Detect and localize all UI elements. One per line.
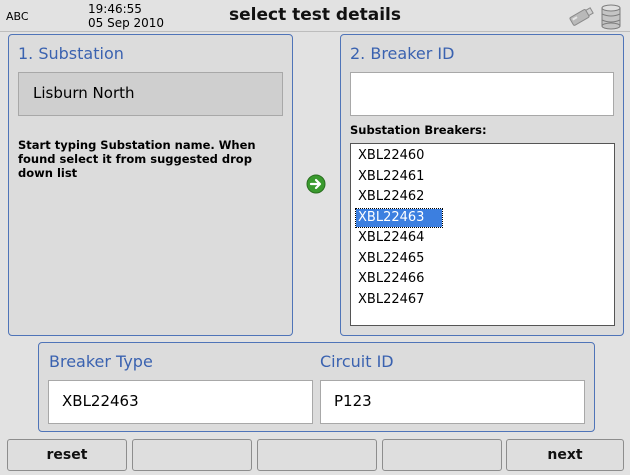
breaker-type-field[interactable]: XBL22463 <box>48 380 313 424</box>
usb-drive-icon <box>566 5 596 27</box>
circuit-id-field[interactable]: P123 <box>320 380 585 424</box>
circuit-id-label: Circuit ID <box>320 352 394 371</box>
header-label: ABC <box>6 10 29 23</box>
page-title: select test details <box>228 5 402 25</box>
list-item[interactable]: XBL22467 <box>356 291 426 309</box>
substation-help-text: Start typing Substation name. When found… <box>18 138 256 180</box>
clock-time: 19:46:55 <box>88 2 142 16</box>
footer-button-2[interactable] <box>132 439 252 471</box>
breaker-list[interactable]: XBL22460 XBL22461 XBL22462 XBL22463 XBL2… <box>350 143 615 326</box>
header-divider <box>0 31 630 32</box>
footer-button-4[interactable] <box>382 439 502 471</box>
list-item[interactable]: XBL22464 <box>356 229 426 247</box>
list-item[interactable]: XBL22462 <box>356 188 426 206</box>
substation-input[interactable]: Lisburn North <box>18 72 283 116</box>
list-item-selected[interactable]: XBL22463 <box>355 207 443 228</box>
database-icon <box>600 4 622 30</box>
list-item[interactable]: XBL22465 <box>356 250 426 268</box>
breaker-list-label: Substation Breakers: <box>350 123 487 137</box>
footer-button-3[interactable] <box>257 439 377 471</box>
list-item[interactable]: XBL22461 <box>356 168 426 186</box>
breaker-type-label: Breaker Type <box>49 352 153 371</box>
breaker-id-input[interactable] <box>350 72 614 116</box>
breaker-title: 2. Breaker ID <box>350 44 455 63</box>
next-button[interactable]: next <box>506 439 624 471</box>
reset-button[interactable]: reset <box>7 439 127 471</box>
substation-title: 1. Substation <box>18 44 124 63</box>
list-item[interactable]: XBL22460 <box>356 147 426 165</box>
arrow-right-icon[interactable] <box>306 174 326 194</box>
list-item[interactable]: XBL22466 <box>356 270 426 288</box>
